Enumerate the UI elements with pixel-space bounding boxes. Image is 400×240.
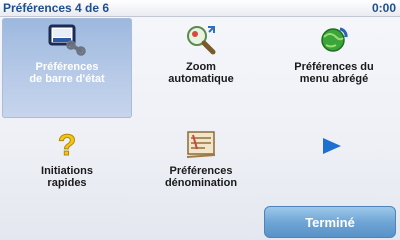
status-bar-settings-icon bbox=[47, 22, 87, 58]
menu-item-label: Initiations rapides bbox=[41, 165, 93, 189]
menu-item-auto-zoom[interactable]: Zoom automatique bbox=[136, 18, 266, 118]
magnifier-zoom-icon bbox=[181, 22, 221, 58]
menu-item-quick-tours[interactable]: ? Initiations rapides bbox=[2, 122, 132, 202]
quick-menu-globe-icon bbox=[314, 22, 354, 58]
menu-item-label: Préférences de barre d'état bbox=[29, 61, 105, 85]
svg-text:?: ? bbox=[58, 129, 76, 161]
menu-item-quick-menu-settings[interactable]: Préférences du menu abrégé bbox=[270, 18, 398, 118]
menu-item-status-bar-settings[interactable]: Préférences de barre d'état bbox=[2, 18, 132, 118]
menu-item-label: Préférences du menu abrégé bbox=[294, 61, 374, 85]
question-mark-icon: ? bbox=[47, 126, 87, 162]
menu-item-label: Préférences dénomination bbox=[164, 165, 238, 189]
title-bar: Préférences 4 de 6 0:00 bbox=[0, 0, 400, 17]
street-name-sign-icon bbox=[181, 126, 221, 162]
done-button[interactable]: Terminé bbox=[264, 206, 396, 238]
right-arrow-icon bbox=[323, 138, 341, 154]
menu-item-naming-settings[interactable]: Préférences dénomination bbox=[136, 122, 266, 202]
done-button-label: Terminé bbox=[305, 214, 355, 230]
page-title: Préférences 4 de 6 bbox=[3, 1, 110, 15]
clock: 0:00 bbox=[371, 1, 396, 15]
menu-item-label: Zoom automatique bbox=[168, 61, 234, 85]
next-page-button[interactable] bbox=[320, 136, 344, 156]
